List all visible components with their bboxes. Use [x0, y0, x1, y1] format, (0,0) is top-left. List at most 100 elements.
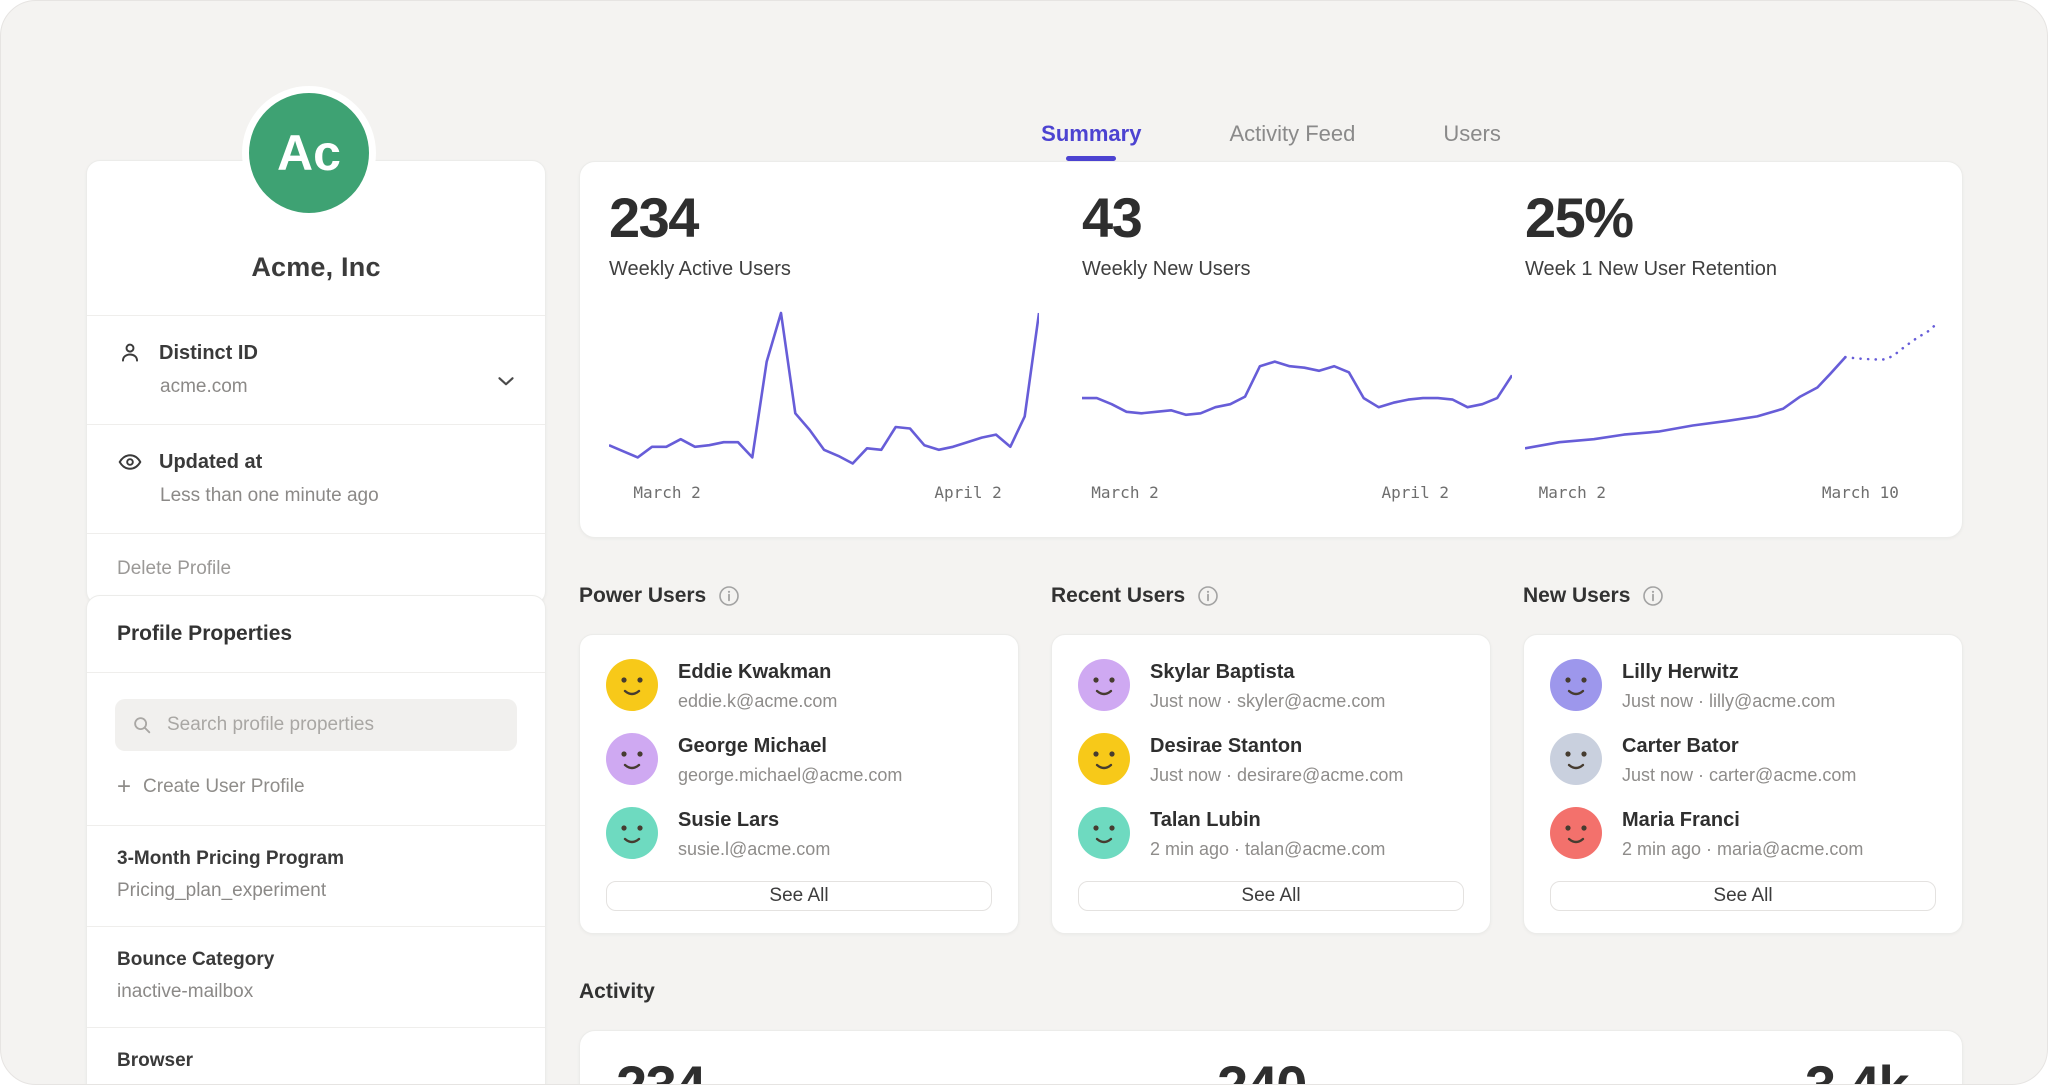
- user-meta: 2 min ago · talan@acme.com: [1150, 839, 1385, 860]
- retention-chart: [1525, 307, 1955, 477]
- user-avatar-icon: [1078, 807, 1130, 859]
- activity-stat: 3.4k: [1805, 1053, 1908, 1085]
- field-value: acme.com: [160, 376, 515, 398]
- user-name: Desirae Stanton: [1150, 733, 1403, 758]
- activity-title: Activity: [579, 980, 1963, 1004]
- x-axis-label: April 2: [934, 483, 1001, 502]
- section-new-users: New Users Lilly Herwitz Just now · lilly@a…: [1523, 584, 1963, 934]
- field-value: Less than one minute ago: [160, 485, 515, 507]
- section-title: Power Users: [579, 584, 1019, 608]
- user-meta: 2 min ago · maria@acme.com: [1622, 839, 1863, 860]
- user-meta: Just now · lilly@acme.com: [1622, 691, 1835, 712]
- user-name: George Michael: [678, 733, 902, 758]
- x-axis-label: March 2: [1539, 483, 1606, 502]
- property-row: Browser Chrome: [87, 1028, 545, 1085]
- overview-col-weekly-active-users: 234 Weekly Active Users March 2 April 2: [609, 190, 1039, 505]
- search-profile-properties[interactable]: [115, 699, 517, 751]
- user-row[interactable]: Maria Franci 2 min ago · maria@acme.com: [1550, 807, 1936, 860]
- activity-stat: 234: [616, 1053, 705, 1085]
- user-meta: susie.l@acme.com: [678, 839, 830, 860]
- user-name: Skylar Baptista: [1150, 659, 1385, 684]
- overview-card: 234 Weekly Active Users March 2 April 2 …: [579, 161, 1963, 538]
- user-row[interactable]: Carter BatorJust now · carter@acme.com: [1550, 733, 1936, 786]
- info-icon[interactable]: [1642, 585, 1664, 607]
- search-input[interactable]: [165, 713, 501, 737]
- user-name: Maria Franci: [1622, 807, 1863, 832]
- activity-stat: 240: [1217, 1053, 1306, 1085]
- user-avatar-icon: [606, 659, 658, 711]
- x-axis-label: April 2: [1382, 483, 1449, 502]
- user-row[interactable]: Susie Larssusie.l@acme.com: [606, 807, 992, 860]
- person-icon: [117, 340, 143, 366]
- face-illustration: [1078, 807, 1130, 859]
- updated-at-row: Updated at Less than one minute ago: [87, 425, 545, 533]
- property-row: 3-Month Pricing Program Pricing_plan_exp…: [87, 826, 545, 926]
- tab-activity-feed[interactable]: Activity Feed: [1229, 121, 1355, 161]
- profile-properties-card: Profile Properties + Create User Profile…: [86, 595, 546, 1085]
- info-icon[interactable]: [718, 585, 740, 607]
- create-user-profile-label: Create User Profile: [143, 776, 305, 798]
- user-meta: george.michael@acme.com: [678, 765, 902, 786]
- tab-summary[interactable]: Summary: [1041, 121, 1141, 161]
- face-illustration: [606, 807, 658, 859]
- user-name: Lilly Herwitz: [1622, 659, 1835, 684]
- x-axis-labels: March 2 April 2: [609, 483, 1039, 505]
- property-value: inactive-mailbox: [117, 981, 515, 1003]
- user-sections: Power Users Eddie Kwakman eddie.k@acme.com…: [579, 584, 1963, 934]
- create-user-profile-button[interactable]: + Create User Profile: [117, 775, 515, 799]
- profile-card: Acme, Inc Distinct ID acme.com: [86, 160, 546, 605]
- face-illustration: [606, 733, 658, 785]
- chevron-down-icon[interactable]: [493, 368, 519, 394]
- user-name: Eddie Kwakman: [678, 659, 837, 684]
- user-row[interactable]: Skylar BaptistaJust now · skyler@acme.co…: [1078, 659, 1464, 712]
- user-row[interactable]: Lilly Herwitz Just now · lilly@acme.com: [1550, 659, 1936, 712]
- user-avatar-icon: [1550, 659, 1602, 711]
- see-all-button[interactable]: See All: [606, 881, 992, 911]
- section-title: New Users: [1523, 584, 1963, 608]
- stat-label: Weekly Active Users: [609, 258, 1039, 281]
- tab-bar: Summary Activity Feed Users: [579, 1, 1963, 161]
- search-icon: [131, 714, 153, 736]
- app-window: Ac Acme, Inc Distinct ID acme.com: [0, 0, 2048, 1085]
- face-illustration: [1078, 733, 1130, 785]
- tab-users[interactable]: Users: [1443, 121, 1500, 161]
- user-meta: eddie.k@acme.com: [678, 691, 837, 712]
- main-content: Summary Activity Feed Users 234 Weekly A…: [579, 1, 1963, 1085]
- face-illustration: [1550, 659, 1602, 711]
- property-value: Pricing_plan_experiment: [117, 880, 515, 902]
- user-row[interactable]: Eddie Kwakman eddie.k@acme.com: [606, 659, 992, 712]
- user-row[interactable]: George Michael george.michael@acme.com: [606, 733, 992, 786]
- user-row[interactable]: Desirae StantonJust now · desirare@acme.…: [1078, 733, 1464, 786]
- user-name: Carter Bator: [1622, 733, 1856, 758]
- company-name: Acme, Inc: [251, 252, 380, 283]
- face-illustration: [606, 659, 658, 711]
- user-avatar-icon: [606, 733, 658, 785]
- see-all-button[interactable]: See All: [1550, 881, 1936, 911]
- x-axis-labels: March 2 March 10: [1525, 483, 1955, 505]
- user-avatar-icon: [606, 807, 658, 859]
- distinct-id-row[interactable]: Distinct ID acme.com: [87, 316, 545, 424]
- x-axis-label: March 2: [1091, 483, 1158, 502]
- field-label: Updated at: [159, 451, 262, 474]
- activity-card: 234 240 3.4k: [579, 1030, 1963, 1085]
- section-recent-users: Recent UsersSkylar BaptistaJust now · sk…: [1051, 584, 1491, 934]
- property-name: 3-Month Pricing Program: [117, 848, 515, 870]
- weekly-new-users-chart: [1082, 307, 1512, 477]
- eye-icon: [117, 449, 143, 475]
- info-icon[interactable]: [1197, 585, 1219, 607]
- user-avatar-icon: [1550, 733, 1602, 785]
- plus-icon: +: [117, 775, 131, 799]
- see-all-button[interactable]: See All: [1078, 881, 1464, 911]
- face-illustration: [1550, 807, 1602, 859]
- user-avatar-icon: [1078, 733, 1130, 785]
- stat-label: Weekly New Users: [1082, 258, 1512, 281]
- user-avatar-icon: [1550, 807, 1602, 859]
- user-row[interactable]: Talan Lubin2 min ago · talan@acme.com: [1078, 807, 1464, 860]
- x-axis-labels: March 2 April 2: [1082, 483, 1512, 505]
- face-illustration: [1078, 659, 1130, 711]
- property-name: Bounce Category: [117, 949, 515, 971]
- divider: [87, 672, 545, 673]
- delete-profile-button[interactable]: Delete Profile: [87, 534, 545, 604]
- stat-value: 25%: [1525, 190, 1955, 246]
- overview-col-retention: 25% Week 1 New User Retention March 2 Ma…: [1525, 190, 1955, 505]
